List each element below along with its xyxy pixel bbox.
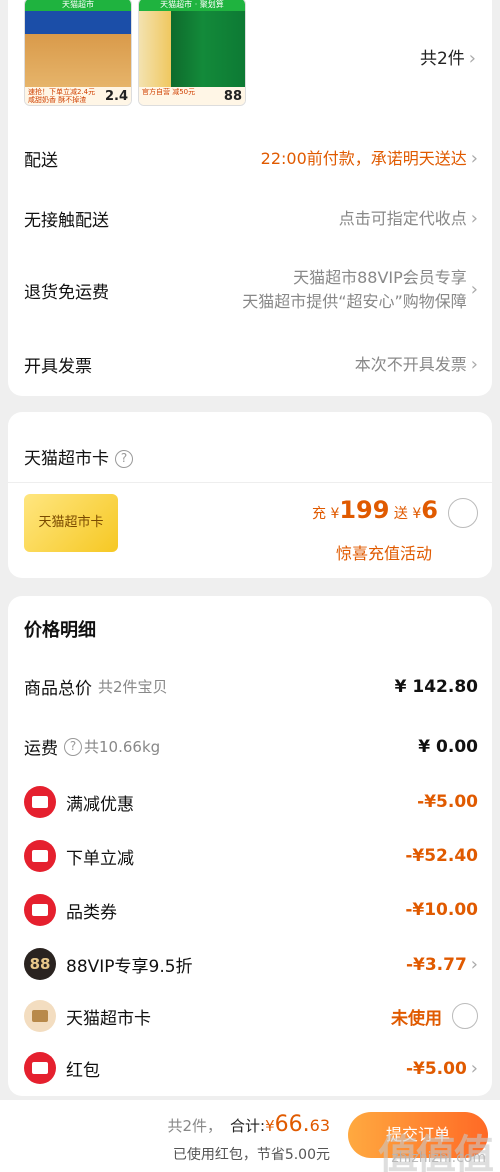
row-label: 商品总价 <box>24 679 92 699</box>
chevron-right-icon: › <box>470 953 478 975</box>
category-coupon-row: 品类券 -¥10.00 <box>24 894 478 926</box>
recharge-offer: 充 ¥199 送 ¥6 <box>312 496 438 524</box>
card-icon <box>24 1000 56 1032</box>
gift-prefix: 送 <box>393 506 408 522</box>
ticket-icon <box>24 786 56 818</box>
row-amount: -¥5.00 <box>405 1058 467 1079</box>
recharge-activity: 惊喜充值活动 <box>335 544 432 563</box>
title-text: 天猫超市卡 <box>24 449 109 469</box>
invoice-value: 本次不开具发票 <box>354 354 467 374</box>
row-amount: -¥10.00 <box>405 900 478 920</box>
item-count-link[interactable]: 共2件 › <box>420 44 476 69</box>
delivery-label: 配送 <box>24 151 58 171</box>
row-label: 满减优惠 <box>66 794 134 815</box>
help-icon[interactable]: ? <box>115 450 133 468</box>
vip-discount-row[interactable]: 88 88VIP专享9.5折 -¥3.77 › <box>24 948 478 980</box>
red-packet-icon <box>24 1052 56 1084</box>
product-thumbnail-1[interactable]: 天猫超市 速抢！下单立减2.4元 咸甜奶香 酥不掉渣 2.4 <box>24 0 132 106</box>
discount-icon <box>24 840 56 872</box>
product-thumbnail-2[interactable]: 天猫超市 · 聚划算 官方自营 减50元 88 <box>138 0 246 106</box>
contactless-value: 点击可指定代收点 <box>338 208 467 228</box>
return-label: 退货免运费 <box>24 282 109 303</box>
return-value-2: 天猫超市提供“超安心”购物保障 <box>242 292 467 311</box>
product-image <box>25 11 131 87</box>
currency: ¥ <box>412 506 422 522</box>
product-price: 88 <box>223 89 242 104</box>
row-label: 天猫超市卡 <box>66 1008 151 1029</box>
watermark-url: zhizhizhi.com <box>391 1150 486 1166</box>
row-sub: 共2件宝贝 <box>98 678 168 696</box>
product-price: 2.4 <box>104 89 128 104</box>
total-label: 合计: <box>230 1117 266 1135</box>
red-packet-row[interactable]: 红包 -¥5.00 › <box>24 1052 478 1084</box>
row-sub: 共10.66kg <box>84 738 161 756</box>
row-amount: ¥ 0.00 <box>418 736 478 757</box>
item-count: 共2件 <box>419 49 465 69</box>
chevron-right-icon: › <box>470 353 478 375</box>
delivery-value: 22:00前付款，承诺明天送达 <box>260 148 467 168</box>
recharge-radio[interactable] <box>448 498 478 528</box>
row-label: 88VIP专享9.5折 <box>66 956 193 977</box>
product-image <box>139 11 245 87</box>
return-shipping-row[interactable]: 退货免运费 天猫超市88VIP会员专享 天猫超市提供“超安心”购物保障 › <box>24 266 478 314</box>
recharge-prefix: 充 <box>311 506 326 522</box>
contactless-label: 无接触配送 <box>24 211 109 231</box>
price-detail-title: 价格明细 <box>24 620 96 641</box>
price-detail-section: 价格明细 商品总价 共2件宝贝 ¥ 142.80 运费? 共10.66kg ¥ 0.… <box>8 596 492 1096</box>
ticket-icon <box>24 894 56 926</box>
instant-discount-row: 下单立减 -¥52.40 <box>24 840 478 872</box>
chevron-right-icon: › <box>470 207 478 229</box>
row-amount: -¥3.77 <box>405 954 467 975</box>
tmall-card-section: 天猫超市卡? 天猫超市卡 充 ¥199 送 ¥6 惊喜充值活动 <box>8 412 492 578</box>
recharge-amount: 199 <box>339 496 390 524</box>
row-label: 红包 <box>66 1060 100 1081</box>
total-int: 66. <box>274 1112 310 1137</box>
row-amount: -¥5.00 <box>417 792 478 812</box>
delivery-row[interactable]: 配送 22:00前付款，承诺明天送达 › <box>24 146 478 172</box>
tmall-card-image: 天猫超市卡 <box>24 494 118 552</box>
invoice-label: 开具发票 <box>24 357 92 377</box>
vip88-icon: 88 <box>24 948 56 980</box>
row-amount: 未使用 <box>391 1008 442 1029</box>
row-label: 品类券 <box>66 902 117 923</box>
divider <box>8 482 492 483</box>
row-label: 下单立减 <box>66 848 134 869</box>
invoice-row[interactable]: 开具发票 本次不开具发票 › <box>24 352 478 378</box>
tmall-card-title: 天猫超市卡? <box>24 444 133 469</box>
row-label: 运费 <box>24 739 58 759</box>
total-dec: 63 <box>309 1116 330 1135</box>
tmall-card-radio[interactable] <box>452 1003 478 1029</box>
contactless-row[interactable]: 无接触配送 点击可指定代收点 › <box>24 206 478 232</box>
checkout-bar: 共2件， 合计:¥66.63 已使用红包，节省5.00元 提交订单 值值值 zhi… <box>0 1100 500 1172</box>
shipping-fee-row: 运费? 共10.66kg ¥ 0.00 <box>24 734 478 760</box>
currency: ¥ <box>265 1117 275 1135</box>
product-tag: 天猫超市 · 聚划算 <box>139 0 245 11</box>
chevron-right-icon: › <box>470 147 478 169</box>
chevron-right-icon: › <box>468 48 476 69</box>
order-total: 共2件， 合计:¥66.63 <box>167 1112 330 1137</box>
row-amount: ¥ 142.80 <box>394 676 478 697</box>
full-reduction-row: 满减优惠 -¥5.00 <box>24 786 478 818</box>
help-icon[interactable]: ? <box>64 737 82 756</box>
savings-text: 已使用红包，节省5.00元 <box>172 1147 330 1163</box>
gift-amount: 6 <box>421 496 438 524</box>
tmall-card-pay-row[interactable]: 天猫超市卡 未使用 <box>24 1000 478 1032</box>
chevron-right-icon: › <box>470 1057 478 1079</box>
item-count: 共2件， <box>167 1117 223 1135</box>
order-info-card: 天猫超市 速抢！下单立减2.4元 咸甜奶香 酥不掉渣 2.4 天猫超市 · 聚划… <box>8 0 492 396</box>
row-amount: -¥52.40 <box>405 846 478 866</box>
chevron-right-icon: › <box>470 279 478 300</box>
total-price-row: 商品总价 共2件宝贝 ¥ 142.80 <box>24 674 478 700</box>
return-value-1: 天猫超市88VIP会员专享 <box>293 268 467 287</box>
product-tag: 天猫超市 <box>25 0 131 11</box>
